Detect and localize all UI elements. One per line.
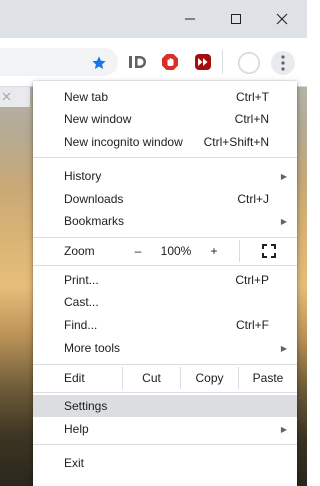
menu-separator [33,157,297,158]
zoom-out-button[interactable]: – [125,240,151,262]
menu-item-label: Cast... [64,295,99,309]
avatar [240,54,258,72]
zoom-level: 100% [151,240,201,262]
maximize-button[interactable] [213,0,259,38]
menu-item-help[interactable]: Help ▶ [33,418,297,440]
zoom-in-button[interactable]: + [201,240,227,262]
page-close-strip [0,87,30,107]
title-bar [0,0,307,38]
browser-toolbar [0,38,307,87]
submenu-arrow-icon: ▶ [280,216,287,226]
menu-item-history[interactable]: History ▶ [33,165,297,187]
menu-separator [33,392,297,393]
menu-item-shortcut: Ctrl+J [237,192,269,206]
menu-item-label: Downloads [64,192,124,206]
menu-item-label: History [64,169,102,183]
more-vert-icon [281,55,285,71]
menu-item-shortcut: Ctrl+N [234,112,269,126]
menu-item-settings[interactable]: Settings [33,395,297,417]
fullscreen-icon [261,244,276,258]
paste-button[interactable]: Paste [239,367,297,389]
menu-item-shortcut: Ctrl+P [235,273,269,287]
menu-item-new-tab[interactable]: New tab Ctrl+T [33,86,297,108]
star-icon [92,56,106,69]
menu-item-label: Print... [64,273,99,287]
menu-item-label: Find... [64,318,98,332]
menu-item-label: Settings [64,399,108,413]
menu-item-label: More tools [64,341,121,355]
menu-separator [33,265,297,266]
menu-item-downloads[interactable]: Downloads Ctrl+J [33,188,297,210]
menu-item-shortcut: Ctrl+Shift+N [203,135,269,149]
close-icon [2,92,11,101]
id-extension-button[interactable] [127,51,149,73]
zoom-in-label: + [210,244,218,258]
menu-item-shortcut: Ctrl+F [236,318,269,332]
menu-item-label: New window [64,112,132,126]
menu-item-label: Bookmarks [64,214,125,228]
menu-separator [33,364,297,365]
video-extension-button[interactable] [192,51,214,73]
fullscreen-button[interactable] [240,240,297,262]
id-extension-icon [129,56,146,68]
close-window-button[interactable] [259,0,305,38]
menu-item-label: Exit [64,456,85,470]
menu-item-exit[interactable]: Exit [33,452,297,474]
menu-item-shortcut: Ctrl+T [236,90,269,104]
menu-item-bookmarks[interactable]: Bookmarks ▶ [33,210,297,232]
adblock-extension-icon [162,54,178,70]
copy-button[interactable]: Copy [181,367,238,389]
close-icon [276,13,288,25]
edit-label: Edit [64,371,85,385]
toolbar-divider [222,50,223,74]
adblock-extension-button[interactable] [159,51,181,73]
menu-item-new-window[interactable]: New window Ctrl+N [33,108,297,130]
menu-item-label: New tab [64,90,109,104]
profile-avatar-button[interactable] [238,52,260,74]
minimize-button[interactable] [167,0,213,38]
minimize-icon [185,18,195,20]
menu-item-print[interactable]: Print... Ctrl+P [33,269,297,291]
menu-item-label: Help [64,422,89,436]
bookmark-star-button[interactable] [90,54,108,72]
zoom-level-value: 100% [160,244,192,258]
menu-separator [33,444,297,445]
zoom-label: Zoom [64,244,95,258]
menu-item-new-incognito-window[interactable]: New incognito window Ctrl+Shift+N [33,131,297,153]
maximize-icon [231,14,241,24]
zoom-out-label: – [134,244,142,258]
video-extension-icon [195,54,211,70]
chrome-main-menu: New tab Ctrl+T New window Ctrl+N New inc… [33,81,297,486]
chrome-menu-button[interactable] [271,51,295,75]
cut-button[interactable]: Cut [123,367,180,389]
submenu-arrow-icon: ▶ [280,171,287,181]
submenu-arrow-icon: ▶ [280,424,287,434]
copy-label: Copy [195,371,224,385]
paste-label: Paste [252,371,284,385]
menu-item-more-tools[interactable]: More tools ▶ [33,337,297,359]
submenu-arrow-icon: ▶ [280,343,287,353]
menu-item-cast[interactable]: Cast... [33,291,297,313]
menu-item-label: New incognito window [64,135,183,149]
menu-item-find[interactable]: Find... Ctrl+F [33,314,297,336]
menu-separator [33,237,297,238]
cut-label: Cut [142,371,161,385]
